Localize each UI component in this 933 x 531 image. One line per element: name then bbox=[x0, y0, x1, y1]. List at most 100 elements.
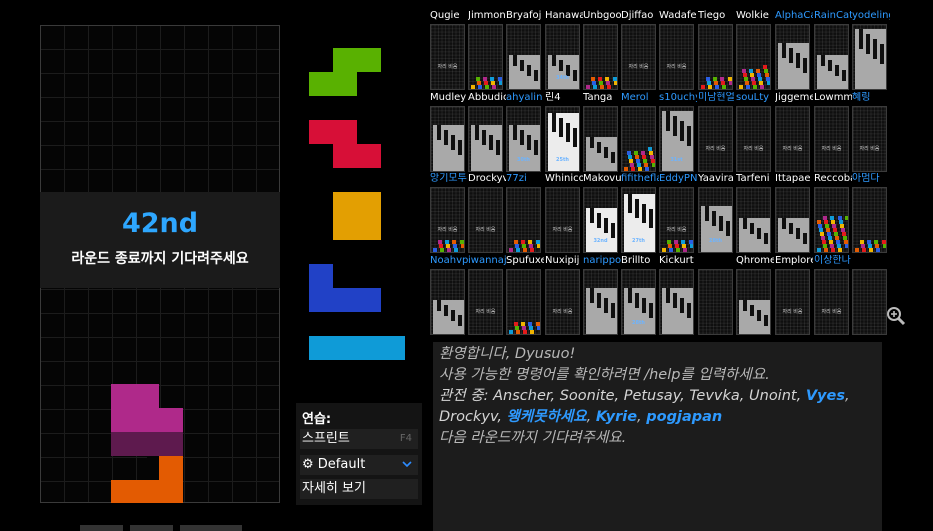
stack-hole bbox=[828, 60, 832, 72]
opponent-block bbox=[521, 240, 525, 244]
opponent-block bbox=[818, 224, 822, 228]
stack-hole bbox=[764, 233, 768, 245]
piece-block bbox=[309, 288, 333, 312]
empty-seat-label: 자리 비움 bbox=[475, 309, 496, 315]
zoom-icon[interactable] bbox=[886, 306, 906, 326]
stack-hole bbox=[597, 293, 601, 309]
opponent-block bbox=[514, 322, 518, 326]
stack-hole bbox=[842, 70, 846, 82]
stack-hole bbox=[743, 300, 747, 312]
bottom-tab[interactable] bbox=[80, 525, 123, 531]
opponent-block bbox=[756, 69, 760, 73]
opponent-name: Jimmon bbox=[468, 10, 506, 21]
opponent-block bbox=[817, 220, 821, 224]
opponent-name: Wolkie bbox=[736, 10, 769, 21]
stack-hole bbox=[719, 216, 723, 232]
chat-welcome: 환영합니다, Dyusuo! bbox=[439, 346, 576, 362]
opponent-block bbox=[837, 244, 841, 248]
stack-hole bbox=[590, 208, 594, 223]
opponent-block bbox=[536, 240, 540, 244]
stack-hole bbox=[666, 111, 670, 131]
opponent-block bbox=[823, 244, 827, 248]
piece-block bbox=[333, 144, 357, 168]
opponent-field bbox=[852, 187, 887, 253]
spectator-name[interactable]: 왱케못하세요 bbox=[507, 409, 587, 425]
opponent-name: fifithefla bbox=[621, 173, 659, 184]
opponent-field bbox=[814, 24, 849, 90]
opponent-block bbox=[839, 220, 843, 224]
opponent-block bbox=[452, 240, 456, 244]
opponent-block bbox=[600, 85, 604, 89]
opponent-block bbox=[681, 240, 685, 244]
opponent-block bbox=[454, 248, 458, 252]
opponent-name: Tanga bbox=[583, 92, 613, 103]
stack-hole bbox=[726, 221, 730, 237]
opponent-name: EddyPN bbox=[659, 173, 697, 184]
opponent-rank: 32nd bbox=[593, 238, 608, 244]
opponent-field: 자리 비움 bbox=[468, 187, 503, 253]
opponent-block bbox=[483, 77, 487, 81]
spectator-name[interactable]: Vyes bbox=[806, 388, 845, 404]
opponent-field: 자리 비움 bbox=[545, 187, 580, 253]
empty-seat-label: 자리 비움 bbox=[437, 64, 458, 70]
opponent-block bbox=[830, 216, 834, 220]
stack-hole bbox=[520, 130, 524, 146]
opponent-stack bbox=[586, 75, 617, 89]
stack-hole bbox=[649, 303, 653, 319]
stack-hole bbox=[673, 116, 677, 136]
opponent-field bbox=[775, 187, 810, 253]
stack-hole bbox=[527, 65, 531, 77]
opponent-rank: 28th bbox=[709, 238, 722, 244]
piece-block bbox=[381, 336, 405, 360]
opponent-block bbox=[460, 240, 464, 244]
opponent-field: 자리 비움 bbox=[736, 106, 771, 172]
piece-block bbox=[309, 336, 333, 360]
board-cell bbox=[111, 384, 135, 408]
chevron-down-icon bbox=[402, 455, 412, 475]
opponent-block bbox=[844, 240, 848, 244]
opponent-block bbox=[644, 163, 648, 167]
stack-hole bbox=[743, 218, 747, 230]
opponent-name: Reccoba bbox=[814, 173, 852, 184]
details-button[interactable]: 자세히 보기 bbox=[300, 479, 418, 499]
opponent-block bbox=[667, 240, 671, 244]
opponent-name: Bryafoj bbox=[506, 10, 542, 21]
opponent-field bbox=[430, 269, 465, 335]
opponent-stack bbox=[586, 288, 617, 334]
stack-hole bbox=[489, 135, 493, 151]
mode-select[interactable]: ⚙ Default bbox=[300, 455, 418, 475]
stack-hole bbox=[821, 55, 825, 67]
opponent-name: Abbudic bbox=[468, 92, 506, 103]
opponent-block bbox=[835, 236, 839, 240]
opponent-block bbox=[537, 244, 540, 248]
stack-hole bbox=[764, 315, 768, 327]
opponent-block bbox=[861, 244, 865, 248]
stack-hole bbox=[642, 298, 646, 314]
gear-icon: ⚙ bbox=[302, 457, 314, 472]
opponent-block bbox=[706, 77, 710, 81]
opponent-name: s10uchy bbox=[659, 92, 697, 103]
spectator-name[interactable]: Kyrie bbox=[596, 409, 637, 425]
bottom-tab[interactable] bbox=[180, 525, 242, 531]
opponent-block bbox=[651, 159, 655, 163]
opponent-name: Lowmm bbox=[814, 92, 852, 103]
bottom-tab[interactable] bbox=[130, 525, 173, 531]
sprint-button[interactable]: 스프린트 F4 bbox=[300, 429, 418, 449]
piece-block bbox=[333, 336, 357, 360]
piece-block bbox=[309, 120, 333, 144]
stack-hole bbox=[750, 305, 754, 317]
opponent-block bbox=[689, 240, 693, 244]
opponent-name: Unbgoo bbox=[583, 10, 621, 21]
opponent-block bbox=[842, 232, 846, 236]
stack-hole bbox=[611, 223, 615, 238]
opponent-block bbox=[645, 167, 649, 171]
opponent-field: 25th bbox=[545, 106, 580, 172]
opponent-block bbox=[447, 248, 451, 252]
stack-hole bbox=[789, 48, 793, 64]
stack-hole bbox=[573, 128, 577, 148]
chat-panel[interactable]: 환영합니다, Dyusuo! 사용 가능한 명령어를 확인하려면 /help를 … bbox=[433, 342, 882, 531]
empty-seat-label: 자리 비움 bbox=[705, 146, 726, 152]
stack-hole bbox=[437, 300, 441, 312]
spectator-name[interactable]: pogjapan bbox=[646, 409, 722, 425]
opponent-stack bbox=[778, 218, 809, 252]
